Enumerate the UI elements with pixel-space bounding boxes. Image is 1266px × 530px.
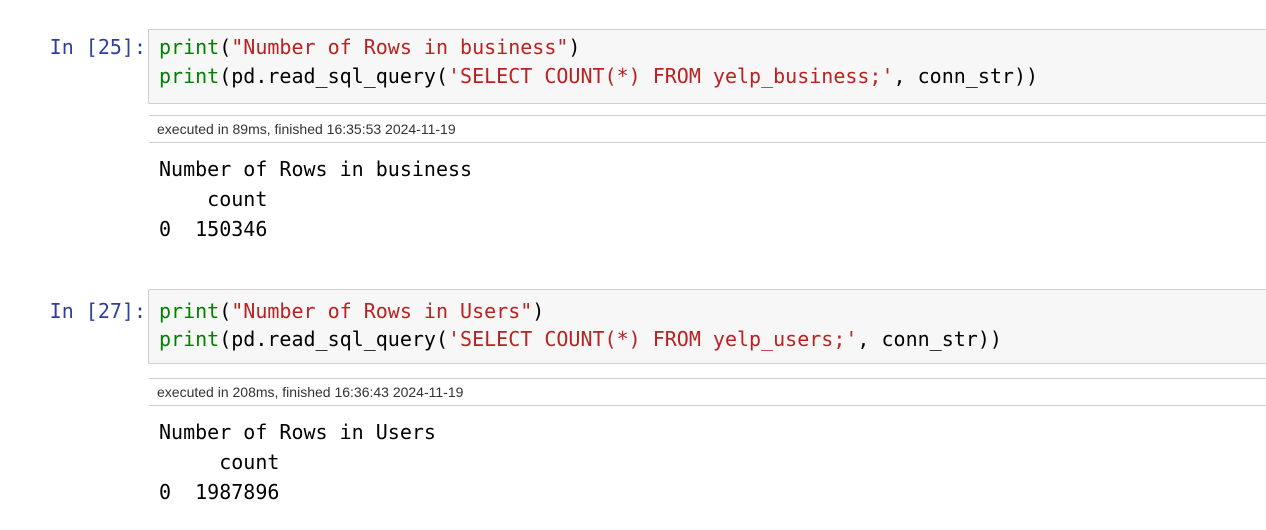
code-line-1: print("Number of Rows in Users") <box>159 297 544 325</box>
code-token-print: print <box>159 64 220 88</box>
code-token-paren: ( <box>219 35 232 59</box>
code-line-1: print("Number of Rows in business") <box>159 33 580 61</box>
code-token-call: (pd.read_sql_query( <box>219 327 448 351</box>
output-line-1: Number of Rows in Users <box>159 420 436 444</box>
code-editor[interactable]: print("Number of Rows in business") prin… <box>148 29 1266 104</box>
input-prompt: In [27]: <box>49 299 146 323</box>
input-prompt: In [25]: <box>49 35 146 59</box>
code-token-call: (pd.read_sql_query( <box>219 64 448 88</box>
code-token-paren: ) <box>568 35 581 59</box>
execution-time-info: executed in 208ms, finished 16:36:43 202… <box>149 378 1266 406</box>
code-token-string: "Number of Rows in Users" <box>231 299 533 323</box>
code-token-args: , conn_str)) <box>893 64 1039 88</box>
output-line-2: count <box>159 450 280 474</box>
code-token-print: print <box>159 35 220 59</box>
code-token-string: 'SELECT COUNT(*) FROM yelp_users;' <box>448 327 858 351</box>
code-editor[interactable]: print("Number of Rows in Users") print(p… <box>148 289 1266 364</box>
code-token-string: 'SELECT COUNT(*) FROM yelp_business;' <box>448 64 894 88</box>
output-line-3: 0 1987896 <box>159 480 280 504</box>
output-line-1: Number of Rows in business <box>159 157 473 181</box>
code-token-paren: ) <box>532 299 545 323</box>
code-token-print: print <box>159 299 220 323</box>
code-token-paren: ( <box>219 299 232 323</box>
code-token-args: , conn_str)) <box>857 327 1002 351</box>
code-line-2: print(pd.read_sql_query('SELECT COUNT(*)… <box>159 62 1038 90</box>
execution-time-info: executed in 89ms, finished 16:35:53 2024… <box>149 115 1266 143</box>
code-token-string: "Number of Rows in business" <box>231 35 569 59</box>
output-line-2: count <box>159 187 268 211</box>
code-line-2: print(pd.read_sql_query('SELECT COUNT(*)… <box>159 325 1002 353</box>
output-line-3: 0 150346 <box>159 217 268 241</box>
code-token-print: print <box>159 327 220 351</box>
